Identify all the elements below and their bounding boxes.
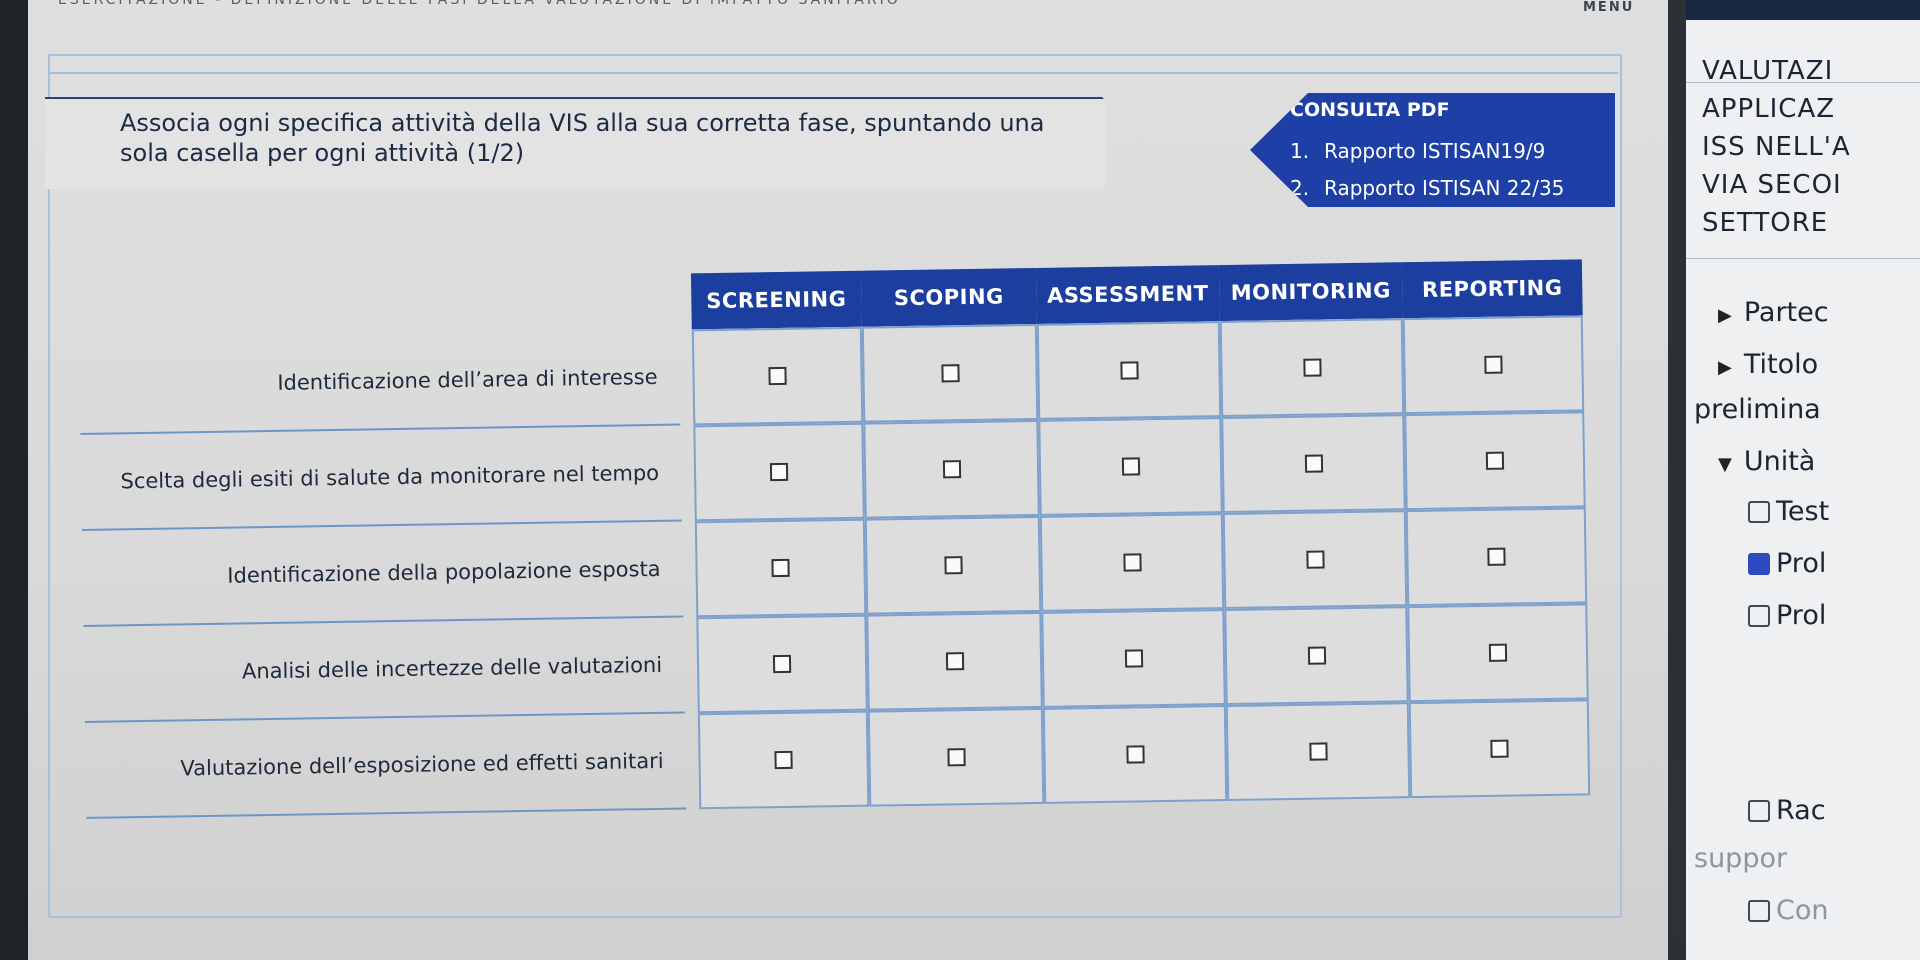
matrix-cell: [693, 422, 865, 522]
matrix-cell: [1041, 609, 1226, 708]
pdf-icon: [1748, 605, 1770, 627]
expand-down-icon: ▼: [1718, 454, 1732, 475]
matrix-cell: [1404, 411, 1586, 511]
sidebar-item-unita[interactable]: ▼ Unità: [1718, 446, 1815, 477]
sidebar-item-titolo[interactable]: ▶ Titolo: [1718, 349, 1818, 380]
phase-checkbox[interactable]: [1302, 358, 1322, 377]
phase-checkbox[interactable]: [946, 748, 966, 767]
phase-checkbox[interactable]: [1119, 361, 1139, 380]
phase-checkbox[interactable]: [1484, 355, 1503, 374]
matrix-cell: [1405, 507, 1588, 607]
document-icon: [1748, 900, 1770, 922]
phase-checkbox[interactable]: [1122, 553, 1142, 572]
sidebar-item-raccolta[interactable]: Rac: [1748, 795, 1826, 826]
matrix-cell: [691, 326, 864, 426]
phase-checkbox[interactable]: [1304, 454, 1323, 473]
pdf-link-1[interactable]: 1. Rapporto ISTISAN19/9: [1290, 133, 1564, 170]
sidebar-course-title: VALUTAZI APPLICAZ ISS NELL'A VIA SECOI S…: [1702, 56, 1851, 238]
matrix-cell: [866, 611, 1043, 711]
phase-checkbox[interactable]: [1490, 739, 1509, 758]
expand-right-icon: ▶: [1718, 305, 1732, 326]
sidebar-item-contenuti[interactable]: Con: [1748, 895, 1828, 926]
instruction-text: Associa ogni specifica attività della VI…: [120, 109, 1045, 167]
phase-checkbox[interactable]: [772, 654, 792, 674]
media-icon: [1748, 553, 1770, 575]
phase-checkbox[interactable]: [1125, 745, 1145, 764]
matrix-cell: [1221, 414, 1406, 514]
phase-checkbox[interactable]: [943, 556, 963, 575]
activity-row-label: Scelta degli esiti di salute da monitora…: [80, 425, 682, 531]
activity-row-label: Identificazione dell’area di interesse: [78, 329, 681, 435]
phase-checkbox[interactable]: [1307, 646, 1326, 665]
matrix-cell: [696, 614, 868, 714]
phase-checkbox[interactable]: [771, 558, 790, 578]
activity-row-label: Analisi delle incertezze delle valutazio…: [83, 617, 685, 723]
matrix-cell: [1224, 606, 1409, 706]
activity-row-label: Identificazione della popolazione espost…: [81, 521, 684, 627]
matrix-cell: [1408, 699, 1591, 799]
matrix-cell: [1042, 705, 1228, 804]
matrix-cell: [1038, 417, 1223, 516]
phase-checkbox[interactable]: [769, 462, 789, 482]
matrix-cell: [863, 419, 1040, 519]
phase-checkbox[interactable]: [1124, 649, 1143, 668]
matrix-cell: [697, 710, 870, 810]
matrix-cell: [1407, 603, 1589, 703]
matrix-cell: [694, 518, 867, 618]
sidebar-item-preliminari[interactable]: prelimina: [1694, 394, 1821, 425]
pdf-link-2[interactable]: 2. Rapporto ISTISAN 22/35: [1290, 170, 1564, 207]
sidebar-item-pdf[interactable]: Prol: [1748, 600, 1826, 631]
phase-checkbox[interactable]: [1488, 643, 1508, 662]
column-header-screening: SCREENING: [690, 270, 862, 330]
matrix-cell: [1225, 702, 1411, 802]
phase-checkbox[interactable]: [945, 652, 964, 671]
phase-checkbox[interactable]: [942, 460, 961, 479]
course-sidebar: VALUTAZI APPLICAZ ISS NELL'A VIA SECOI S…: [1668, 0, 1920, 960]
phase-checkbox[interactable]: [768, 366, 787, 386]
consult-pdf-panel: CONSULTA PDF 1. Rapporto ISTISAN19/9 2. Ra…: [1250, 93, 1615, 207]
sidebar-divider: [1686, 258, 1920, 259]
column-header-reporting: REPORTING: [1401, 259, 1583, 319]
phase-checkbox[interactable]: [1485, 451, 1505, 470]
monitor-bezel: [0, 0, 28, 960]
sidebar-item-test[interactable]: Test: [1748, 496, 1829, 527]
activity-row-label: Valutazione dell’esposizione ed effetti …: [84, 713, 687, 819]
matrix-cell: [1036, 321, 1222, 420]
matrix-cell: [1039, 513, 1225, 612]
matrix-cell: [1219, 318, 1405, 418]
sidebar-item-media[interactable]: Prol: [1748, 548, 1826, 579]
sidebar-divider: [1686, 82, 1920, 83]
phase-checkbox[interactable]: [1305, 550, 1325, 569]
phase-checkbox[interactable]: [1121, 457, 1140, 476]
column-header-monitoring: MONITORING: [1218, 262, 1403, 322]
folder-icon: [1748, 800, 1770, 822]
phase-checkbox[interactable]: [1487, 547, 1506, 566]
activity-phase-matrix: SCREENING SCOPING ASSESSMENT MONITORING …: [78, 259, 1611, 819]
phase-checkbox[interactable]: [774, 750, 793, 770]
matrix-cell: [861, 323, 1039, 423]
matrix-cell: [1402, 315, 1585, 415]
column-header-assessment: ASSESSMENT: [1035, 265, 1220, 324]
sidebar-scrollbar[interactable]: [1672, 760, 1684, 940]
matrix-cell: [864, 515, 1042, 615]
expand-right-icon: ▶: [1718, 357, 1732, 378]
sidebar-header-bar: [1686, 0, 1920, 20]
matrix-cell: [867, 707, 1045, 807]
page-title: ESERCITAZIONE - DEFINIZIONE DELLE FASI D…: [58, 0, 901, 8]
phase-checkbox[interactable]: [940, 364, 960, 383]
menu-button[interactable]: MENU: [1583, 0, 1634, 15]
sidebar-item-supporto[interactable]: suppor: [1694, 843, 1787, 874]
quiz-icon: [1748, 501, 1770, 523]
column-header-scoping: SCOPING: [860, 267, 1037, 327]
sidebar-item-partecipanti[interactable]: ▶ Partec: [1718, 297, 1829, 328]
matrix-cell: [1222, 510, 1408, 610]
consult-pdf-title: CONSULTA PDF: [1290, 99, 1450, 121]
phase-checkbox[interactable]: [1308, 742, 1328, 761]
